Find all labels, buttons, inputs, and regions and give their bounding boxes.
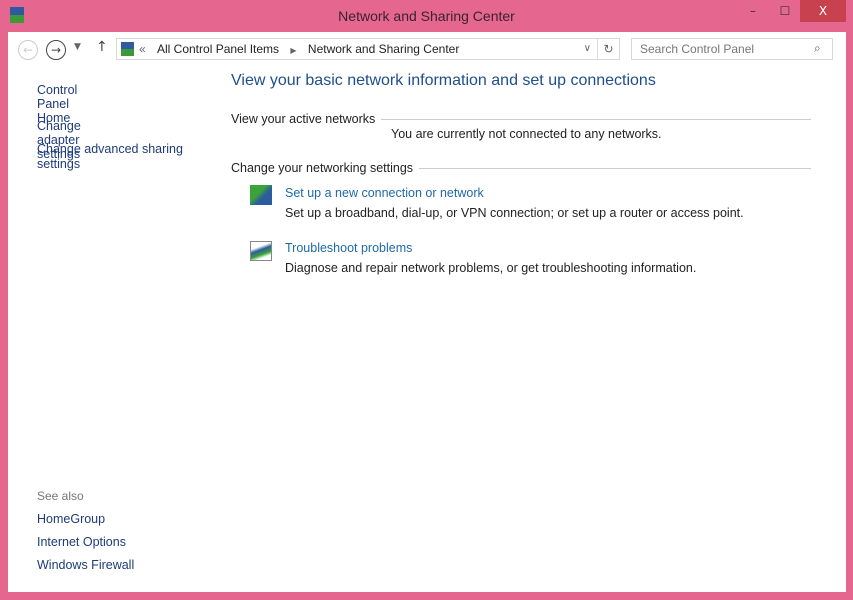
troubleshoot-icon bbox=[250, 241, 272, 261]
setup-connection-link[interactable]: Set up a new connection or network bbox=[285, 186, 484, 200]
page-title: View your basic network information and … bbox=[231, 72, 656, 89]
recent-pages-dropdown-icon[interactable]: ▼ bbox=[74, 42, 81, 52]
search-input[interactable]: Search Control Panel bbox=[631, 38, 833, 60]
change-settings-label: Change your networking settings bbox=[231, 161, 414, 175]
active-networks-section: View your active networks bbox=[231, 112, 811, 126]
overflow-chevron-icon[interactable]: « bbox=[139, 39, 146, 59]
breadcrumb-separator-icon[interactable]: ▶ bbox=[290, 46, 296, 55]
maximize-button[interactable]: ☐ bbox=[772, 0, 798, 22]
troubleshoot-link[interactable]: Troubleshoot problems bbox=[285, 241, 412, 255]
navigation-bar: ← → ▼ ↑ « All Control Panel Items ▶ Netw… bbox=[8, 32, 846, 66]
refresh-icon[interactable]: ↻ bbox=[597, 39, 619, 59]
change-settings-section: Change your networking settings bbox=[231, 161, 811, 175]
setup-connection-description: Set up a broadband, dial-up, or VPN conn… bbox=[285, 206, 744, 220]
troubleshoot-description: Diagnose and repair network problems, or… bbox=[285, 261, 697, 275]
see-also-label: See also bbox=[37, 489, 84, 503]
back-button[interactable]: ← bbox=[18, 40, 38, 60]
see-also-windows-firewall[interactable]: Windows Firewall bbox=[37, 558, 134, 572]
breadcrumb-current[interactable]: Network and Sharing Center bbox=[308, 42, 459, 56]
address-dropdown-icon[interactable]: ∨ bbox=[584, 39, 591, 59]
search-icon[interactable]: ⌕ bbox=[814, 41, 821, 56]
not-connected-message: You are currently not connected to any n… bbox=[391, 127, 662, 141]
control-panel-icon bbox=[121, 42, 134, 56]
address-bar[interactable]: « All Control Panel Items ▶ Network and … bbox=[116, 38, 620, 60]
active-networks-label: View your active networks bbox=[231, 112, 376, 126]
sidebar-change-advanced-sharing[interactable]: Change advanced sharing settings bbox=[37, 142, 187, 172]
see-also-internet-options[interactable]: Internet Options bbox=[37, 535, 126, 549]
breadcrumb-all-items[interactable]: All Control Panel Items bbox=[157, 42, 279, 56]
window-title: Network and Sharing Center bbox=[338, 8, 515, 24]
new-connection-icon bbox=[250, 185, 272, 205]
up-button[interactable]: ↑ bbox=[96, 39, 108, 55]
window-content: ← → ▼ ↑ « All Control Panel Items ▶ Netw… bbox=[8, 32, 846, 592]
minimize-button[interactable]: – bbox=[740, 0, 766, 22]
close-button[interactable]: X bbox=[800, 0, 846, 22]
see-also-homegroup[interactable]: HomeGroup bbox=[37, 512, 105, 526]
forward-button[interactable]: → bbox=[46, 40, 66, 60]
